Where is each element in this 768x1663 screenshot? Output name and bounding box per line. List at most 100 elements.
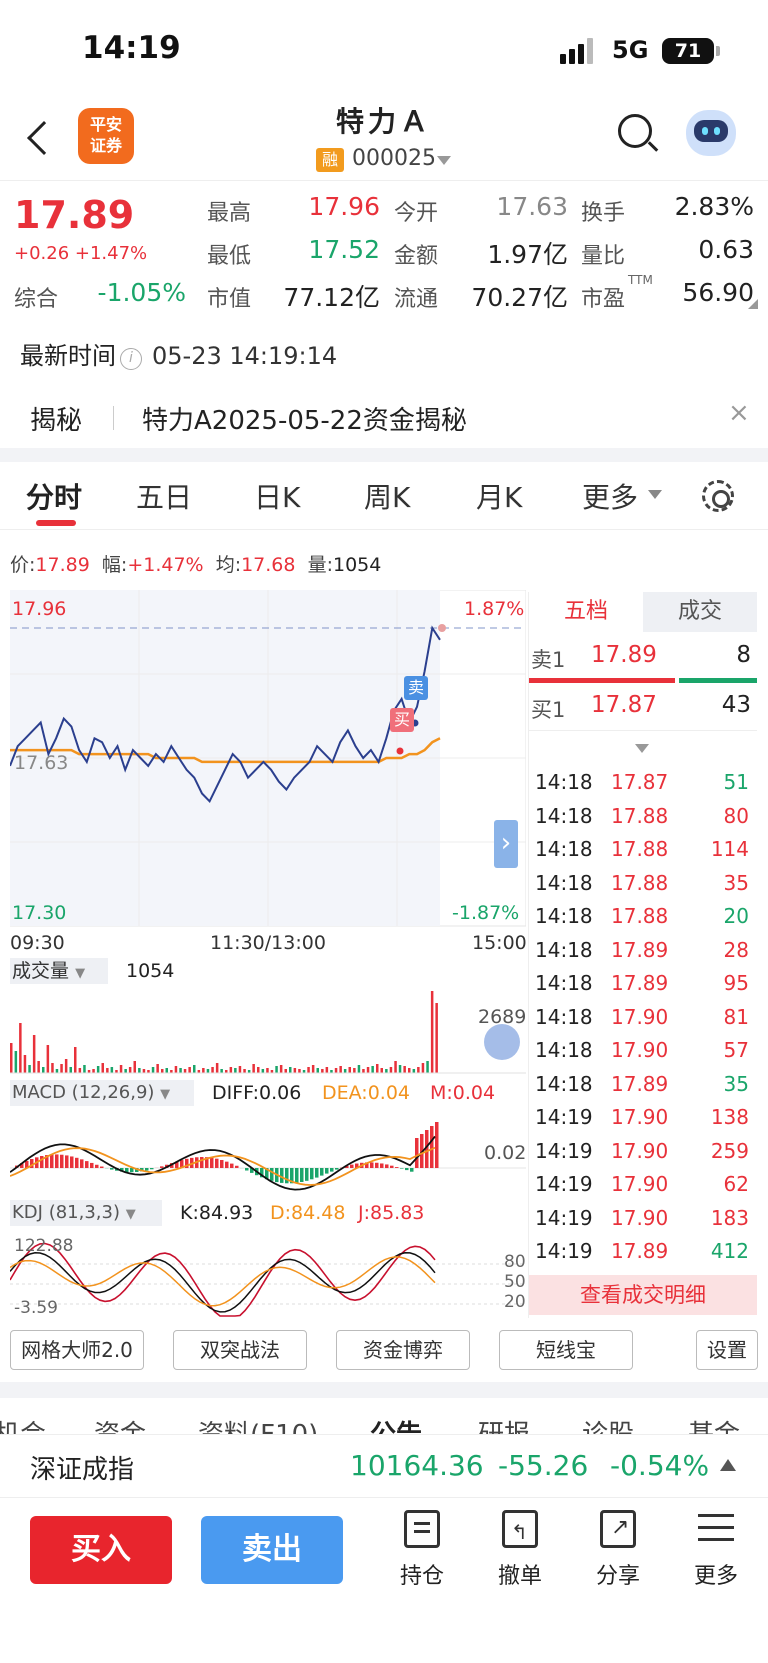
settings-button[interactable]: 设置 <box>696 1330 758 1370</box>
volume-bar <box>206 1069 210 1073</box>
current-price: 17.89 <box>14 193 135 237</box>
tick-price: 17.88 <box>611 870 669 895</box>
quote-value-market-cap: 77.12亿 <box>283 283 380 312</box>
volume-bar <box>101 1063 104 1073</box>
macd-bar <box>280 1168 284 1183</box>
margin-badge: 融 <box>316 148 344 172</box>
macd-bar <box>70 1156 74 1168</box>
section-divider <box>0 1382 768 1398</box>
double-breakout-button[interactable]: 双突战法 <box>173 1330 307 1370</box>
stock-code[interactable]: 000025 <box>352 146 436 171</box>
close-icon[interactable]: × <box>728 398 750 428</box>
chevron-down-icon[interactable] <box>437 156 451 165</box>
holdings-button[interactable]: 持仓 <box>382 1510 462 1610</box>
tab-monthly-k[interactable]: 月K <box>476 476 522 516</box>
reveal-text[interactable]: 特力A2025-05-22资金揭秘 <box>142 400 467 437</box>
tick-list[interactable]: 14:18 17.87 51 14:18 17.88 80 14:18 17.88 114 14:… <box>529 770 757 1274</box>
tab-daily-k[interactable]: 日K <box>254 476 300 516</box>
more-button[interactable]: 更多 <box>676 1510 756 1610</box>
buy-point <box>396 747 404 755</box>
volume-bar <box>357 1065 361 1073</box>
volume-bar <box>366 1067 370 1073</box>
tab-weekly-k[interactable]: 周K <box>364 476 410 516</box>
macd-panel-title[interactable]: MACD (12,26,9) ▼ <box>10 1080 194 1106</box>
ai-assistant-icon[interactable] <box>686 110 736 156</box>
volume-bar <box>234 1068 237 1073</box>
more-label: 更多 <box>693 1564 738 1589</box>
tick-time: 14:18 <box>535 971 593 995</box>
macd-bar <box>430 1126 434 1168</box>
chevron-down-icon[interactable] <box>635 744 649 753</box>
macd-bar <box>310 1168 314 1180</box>
chevron-down-icon[interactable] <box>648 490 662 499</box>
short-term-button[interactable]: 短线宝 <box>499 1330 633 1370</box>
expand-arrow-icon[interactable]: › <box>494 820 518 868</box>
kdj-panel-title[interactable]: KDJ (81,3,3) ▼ <box>10 1200 162 1226</box>
index-ticker[interactable]: 深证成指 10164.36 -55.26 -0.54% <box>0 1434 768 1498</box>
volume-bar <box>417 1067 420 1073</box>
tab-intraday[interactable]: 分时 <box>26 476 82 516</box>
volume-bar <box>348 1067 351 1073</box>
volume-panel-title[interactable]: 成交量 ▼ <box>10 958 108 984</box>
volume-bar <box>389 1067 393 1073</box>
volume-bar <box>202 1068 205 1073</box>
battery-icon: 71 <box>662 38 714 64</box>
cancel-order-button[interactable]: ↰ 撤单 <box>480 1510 560 1610</box>
quote-label-float-cap: 流通 <box>394 287 439 312</box>
volume-bar <box>92 1069 95 1073</box>
quote-value-float-cap: 70.27亿 <box>471 283 568 312</box>
macd-bar <box>295 1168 299 1183</box>
info-icon[interactable]: i <box>120 348 142 370</box>
time-mid: 11:30/13:00 <box>210 932 326 954</box>
volume-bar <box>110 1067 114 1073</box>
grid-master-button[interactable]: 网格大师2.0 <box>10 1330 144 1370</box>
time-end: 15:00 <box>472 932 527 954</box>
y-low-label: 17.30 <box>12 902 67 924</box>
intraday-chart[interactable] <box>10 590 526 930</box>
quote-panel: 17.89 +0.26 +1.47% 综合 -1.05% 最高 17.96 今开… <box>0 180 768 315</box>
zoom-icon[interactable] <box>484 1024 520 1060</box>
tab-more[interactable]: 更多 <box>582 476 638 516</box>
volume-bar <box>28 1065 31 1073</box>
tick-price: 17.90 <box>611 1172 669 1196</box>
search-icon[interactable] <box>618 114 652 148</box>
chevron-up-icon[interactable] <box>720 1459 736 1471</box>
quote-value-open: 17.63 <box>496 192 568 221</box>
volume-bar <box>311 1065 315 1073</box>
sell-button[interactable]: 卖出 <box>201 1516 343 1584</box>
tab-order-book[interactable]: 五档 <box>529 592 643 632</box>
corner-expand-icon[interactable] <box>748 299 758 309</box>
volume-bar <box>64 1059 68 1073</box>
share-button[interactable]: ↗ 分享 <box>578 1510 658 1610</box>
tick-time: 14:19 <box>535 1239 593 1263</box>
volume-bar <box>238 1066 242 1073</box>
volume-bar <box>316 1068 319 1073</box>
view-trade-details-button[interactable]: 查看成交明细 <box>529 1275 757 1315</box>
capital-game-button[interactable]: 资金博弈 <box>336 1330 470 1370</box>
volume-panel-value: 1054 <box>126 960 175 982</box>
tab-five-day[interactable]: 五日 <box>136 476 192 516</box>
gear-icon[interactable] <box>702 480 734 512</box>
tab-trades[interactable]: 成交 <box>643 592 757 632</box>
kdj-d: D:84.48 <box>270 1202 346 1224</box>
tick-time: 14:19 <box>535 1138 593 1163</box>
tick-volume: 81 <box>723 1004 749 1029</box>
quote-value-high: 17.96 <box>308 192 380 221</box>
time-start: 09:30 <box>10 932 65 954</box>
macd-bar <box>305 1168 309 1181</box>
volume-bar <box>220 1069 223 1073</box>
buy-marker[interactable]: 买 <box>390 708 414 732</box>
sell-marker[interactable]: 卖 <box>404 676 428 700</box>
macd-m: M:0.04 <box>430 1082 496 1104</box>
bottom-actions: 买入 卖出 持仓 ↰ 撤单 ↗ 分享 更多 <box>0 1498 768 1663</box>
tick-row: 14:18 17.88 35 <box>533 871 757 905</box>
macd-bar <box>395 1167 399 1168</box>
buy-button[interactable]: 买入 <box>30 1516 172 1584</box>
volume-bar <box>83 1065 86 1073</box>
tick-row: 14:18 17.87 51 <box>533 770 757 804</box>
index-pct: -0.54% <box>610 1449 710 1482</box>
reveal-banner[interactable]: 揭秘 特力A2025-05-22资金揭秘 × <box>0 384 768 448</box>
volume-bar <box>408 1068 411 1073</box>
tick-price: 17.90 <box>611 1004 669 1029</box>
latest-point <box>438 624 446 632</box>
